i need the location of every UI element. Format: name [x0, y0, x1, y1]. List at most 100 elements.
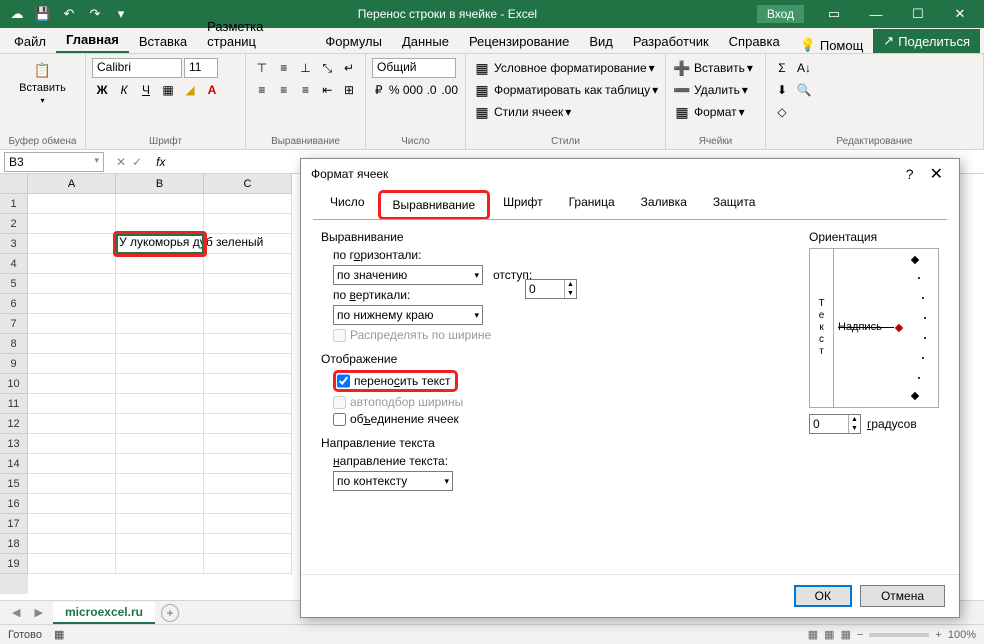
- tab-home[interactable]: Главная: [56, 28, 129, 53]
- row-header[interactable]: 19: [0, 554, 28, 574]
- align-center-button[interactable]: ≡: [274, 80, 294, 100]
- tab-developer[interactable]: Разработчик: [623, 30, 719, 53]
- zoom-level[interactable]: 100%: [948, 629, 976, 641]
- orientation-vertical[interactable]: Текст: [810, 249, 834, 407]
- row-header[interactable]: 2: [0, 214, 28, 234]
- dlg-tab-border[interactable]: Граница: [556, 189, 628, 219]
- dlg-tab-fill[interactable]: Заливка: [628, 189, 700, 219]
- number-format-combo[interactable]: Общий: [372, 58, 456, 78]
- col-header[interactable]: A: [28, 174, 116, 194]
- row-header[interactable]: 6: [0, 294, 28, 314]
- delete-cells-button[interactable]: ➖Удалить ▾: [672, 80, 759, 100]
- ok-button[interactable]: ОК: [794, 585, 852, 607]
- align-bottom-button[interactable]: ⊥: [296, 58, 316, 78]
- font-name-combo[interactable]: Calibri: [92, 58, 182, 78]
- view-normal-icon[interactable]: ▦: [808, 628, 818, 641]
- row-header[interactable]: 7: [0, 314, 28, 334]
- dialog-help-icon[interactable]: ?: [896, 166, 924, 182]
- view-break-icon[interactable]: ▦: [841, 628, 851, 641]
- zoom-slider[interactable]: [869, 633, 929, 637]
- tab-nav-left-icon[interactable]: ◀: [8, 606, 24, 619]
- cell-styles-button[interactable]: ▦Стили ячеек ▾: [472, 102, 659, 122]
- indent-dec-button[interactable]: ⇤: [317, 80, 337, 100]
- italic-button[interactable]: К: [114, 80, 134, 100]
- zoom-out-icon[interactable]: −: [857, 629, 863, 641]
- textdir-select[interactable]: по контексту▾: [333, 471, 453, 491]
- paste-button[interactable]: 📋 Вставить ▾: [6, 58, 79, 107]
- row-header[interactable]: 14: [0, 454, 28, 474]
- row-header[interactable]: 11: [0, 394, 28, 414]
- row-header[interactable]: 3: [0, 234, 28, 254]
- underline-button[interactable]: Ч: [136, 80, 156, 100]
- tab-view[interactable]: Вид: [579, 30, 623, 53]
- bold-button[interactable]: Ж: [92, 80, 112, 100]
- tab-data[interactable]: Данные: [392, 30, 459, 53]
- tab-formulas[interactable]: Формулы: [315, 30, 392, 53]
- align-middle-button[interactable]: ≡: [274, 58, 294, 78]
- format-cells-button[interactable]: ▦Формат ▾: [672, 102, 759, 122]
- row-header[interactable]: 17: [0, 514, 28, 534]
- fx-icon[interactable]: fx: [150, 155, 171, 169]
- undo-icon[interactable]: ↶: [58, 3, 80, 25]
- currency-button[interactable]: ₽: [372, 80, 385, 100]
- inc-decimal-button[interactable]: .0: [425, 80, 438, 100]
- name-box[interactable]: B3▾: [4, 152, 104, 172]
- degrees-spinner[interactable]: ▲▼: [809, 414, 861, 434]
- row-header[interactable]: 13: [0, 434, 28, 454]
- orientation-button[interactable]: ⤡: [317, 58, 337, 78]
- autosum-button[interactable]: Σ: [772, 58, 792, 78]
- close-icon[interactable]: ✕: [940, 0, 980, 28]
- macro-rec-icon[interactable]: ▦: [54, 628, 64, 641]
- align-right-button[interactable]: ≡: [296, 80, 316, 100]
- row-header[interactable]: 10: [0, 374, 28, 394]
- border-button[interactable]: ▦: [158, 80, 178, 100]
- tab-help[interactable]: Справка: [719, 30, 790, 53]
- col-header[interactable]: C: [204, 174, 292, 194]
- row-header[interactable]: 18: [0, 534, 28, 554]
- orientation-control[interactable]: Текст Надпись: [809, 248, 939, 408]
- zoom-in-icon[interactable]: +: [935, 629, 941, 641]
- format-table-button[interactable]: ▦Форматировать как таблицу ▾: [472, 80, 659, 100]
- percent-button[interactable]: %: [387, 80, 400, 100]
- maximize-icon[interactable]: ☐: [898, 0, 938, 28]
- align-left-button[interactable]: ≡: [252, 80, 272, 100]
- dlg-tab-font[interactable]: Шрифт: [490, 189, 555, 219]
- tab-file[interactable]: Файл: [4, 30, 56, 53]
- enter-formula-icon[interactable]: ✓: [132, 155, 142, 169]
- indent-spinner[interactable]: ▲▼: [525, 279, 577, 299]
- comma-button[interactable]: 000: [403, 80, 423, 100]
- insert-cells-button[interactable]: ➕Вставить ▾: [672, 58, 759, 78]
- fill-color-button[interactable]: ◢: [180, 80, 200, 100]
- dlg-tab-number[interactable]: Число: [317, 189, 378, 219]
- tab-insert[interactable]: Вставка: [129, 30, 197, 53]
- row-header[interactable]: 8: [0, 334, 28, 354]
- row-header[interactable]: 9: [0, 354, 28, 374]
- login-button[interactable]: Вход: [757, 5, 804, 23]
- clear-button[interactable]: ◇: [772, 102, 792, 122]
- tab-nav-right-icon[interactable]: ▶: [30, 606, 46, 619]
- row-header[interactable]: 15: [0, 474, 28, 494]
- cancel-button[interactable]: Отмена: [860, 585, 945, 607]
- sort-button[interactable]: A↓: [794, 58, 814, 78]
- cond-format-button[interactable]: ▦Условное форматирование ▾: [472, 58, 659, 78]
- wrap-text-checkbox[interactable]: [337, 374, 350, 388]
- ribbon-options-icon[interactable]: ▭: [814, 0, 854, 28]
- wrap-text-button[interactable]: ↵: [339, 58, 359, 78]
- find-button[interactable]: 🔍: [794, 80, 814, 100]
- row-header[interactable]: 12: [0, 414, 28, 434]
- view-layout-icon[interactable]: ▦: [824, 628, 834, 641]
- row-header[interactable]: 4: [0, 254, 28, 274]
- col-header[interactable]: B: [116, 174, 204, 194]
- row-header[interactable]: 5: [0, 274, 28, 294]
- font-size-combo[interactable]: 11: [184, 58, 218, 78]
- tab-pagelayout[interactable]: Разметка страниц: [197, 15, 315, 53]
- font-color-button[interactable]: А: [202, 80, 222, 100]
- save-icon[interactable]: 💾: [32, 3, 54, 25]
- autosave-icon[interactable]: ☁: [6, 3, 28, 25]
- tab-review[interactable]: Рецензирование: [459, 30, 579, 53]
- merge-button[interactable]: ⊞: [339, 80, 359, 100]
- row-header[interactable]: 16: [0, 494, 28, 514]
- dlg-tab-protection[interactable]: Защита: [700, 189, 769, 219]
- dialog-close-icon[interactable]: ✕: [924, 164, 949, 184]
- align-top-button[interactable]: ⊤: [252, 58, 272, 78]
